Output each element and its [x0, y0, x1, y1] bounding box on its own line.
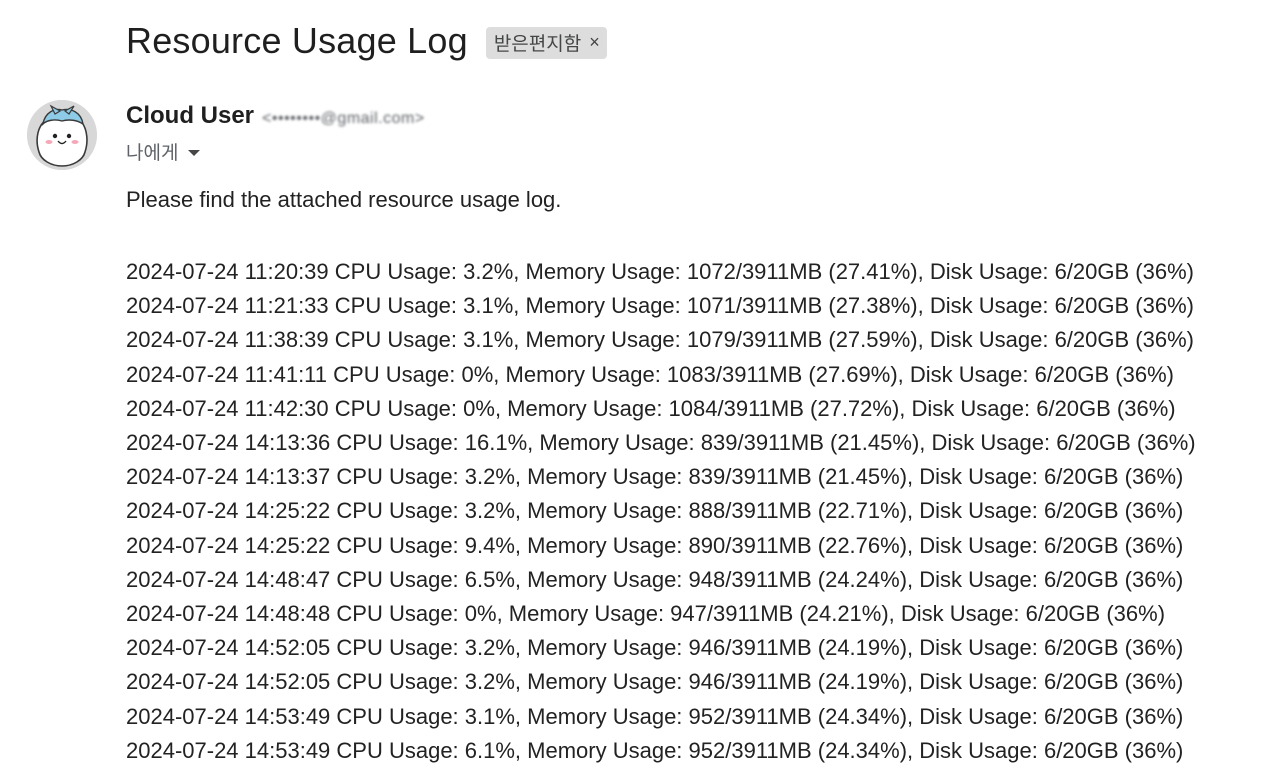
log-line: 2024-07-24 14:52:05 CPU Usage: 3.2%, Mem… [126, 669, 1184, 695]
log-line: 2024-07-24 14:52:05 CPU Usage: 3.2%, Mem… [126, 635, 1184, 661]
avatar-character-icon [27, 100, 97, 170]
log-line: 2024-07-24 11:42:30 CPU Usage: 0%, Memor… [126, 395, 1176, 421]
recipient-label: 나에게 [126, 143, 179, 164]
label-chip-inbox[interactable]: 받은편지함 × [485, 27, 607, 59]
sender-line: Cloud User <••••••••@gmail.com> [126, 102, 425, 130]
log-line: 2024-07-24 11:21:33 CPU Usage: 3.1%, Mem… [126, 293, 1194, 319]
log-lines: 2024-07-24 11:20:39 CPU Usage: 3.2%, Mem… [126, 255, 1196, 768]
subject-row: Resource Usage Log 받은편지함 × [126, 16, 607, 66]
email-subject: Resource Usage Log [126, 20, 468, 61]
log-line: 2024-07-24 14:13:36 CPU Usage: 16.1%, Me… [126, 430, 1196, 456]
sender-block: Cloud User <••••••••@gmail.com> 나에게 [126, 102, 425, 165]
log-line: 2024-07-24 14:13:37 CPU Usage: 3.2%, Mem… [126, 464, 1184, 490]
close-icon[interactable]: × [589, 32, 600, 53]
log-line: 2024-07-24 14:25:22 CPU Usage: 9.4%, Mem… [126, 532, 1184, 558]
log-line: 2024-07-24 14:53:49 CPU Usage: 6.1%, Mem… [126, 737, 1184, 763]
caret-down-icon[interactable] [188, 150, 201, 156]
label-chip-text: 받은편지함 [493, 34, 582, 55]
log-line: 2024-07-24 14:48:47 CPU Usage: 6.5%, Mem… [126, 566, 1184, 592]
sender-email: <••••••••@gmail.com> [262, 110, 425, 127]
sender-avatar[interactable] [27, 100, 97, 170]
log-line: 2024-07-24 11:41:11 CPU Usage: 0%, Memor… [126, 361, 1174, 387]
log-line: 2024-07-24 14:48:48 CPU Usage: 0%, Memor… [126, 601, 1166, 627]
log-line: 2024-07-24 11:20:39 CPU Usage: 3.2%, Mem… [126, 259, 1194, 284]
log-line: 2024-07-24 11:38:39 CPU Usage: 3.1%, Mem… [126, 327, 1194, 353]
log-line: 2024-07-24 14:53:49 CPU Usage: 3.1%, Mem… [126, 703, 1184, 729]
sender-name[interactable]: Cloud User [126, 102, 254, 130]
email-body-intro: Please find the attached resource usage … [126, 187, 562, 212]
log-line: 2024-07-24 14:25:22 CPU Usage: 3.2%, Mem… [126, 498, 1184, 524]
recipient-details-toggle[interactable]: 나에게 [126, 138, 425, 165]
